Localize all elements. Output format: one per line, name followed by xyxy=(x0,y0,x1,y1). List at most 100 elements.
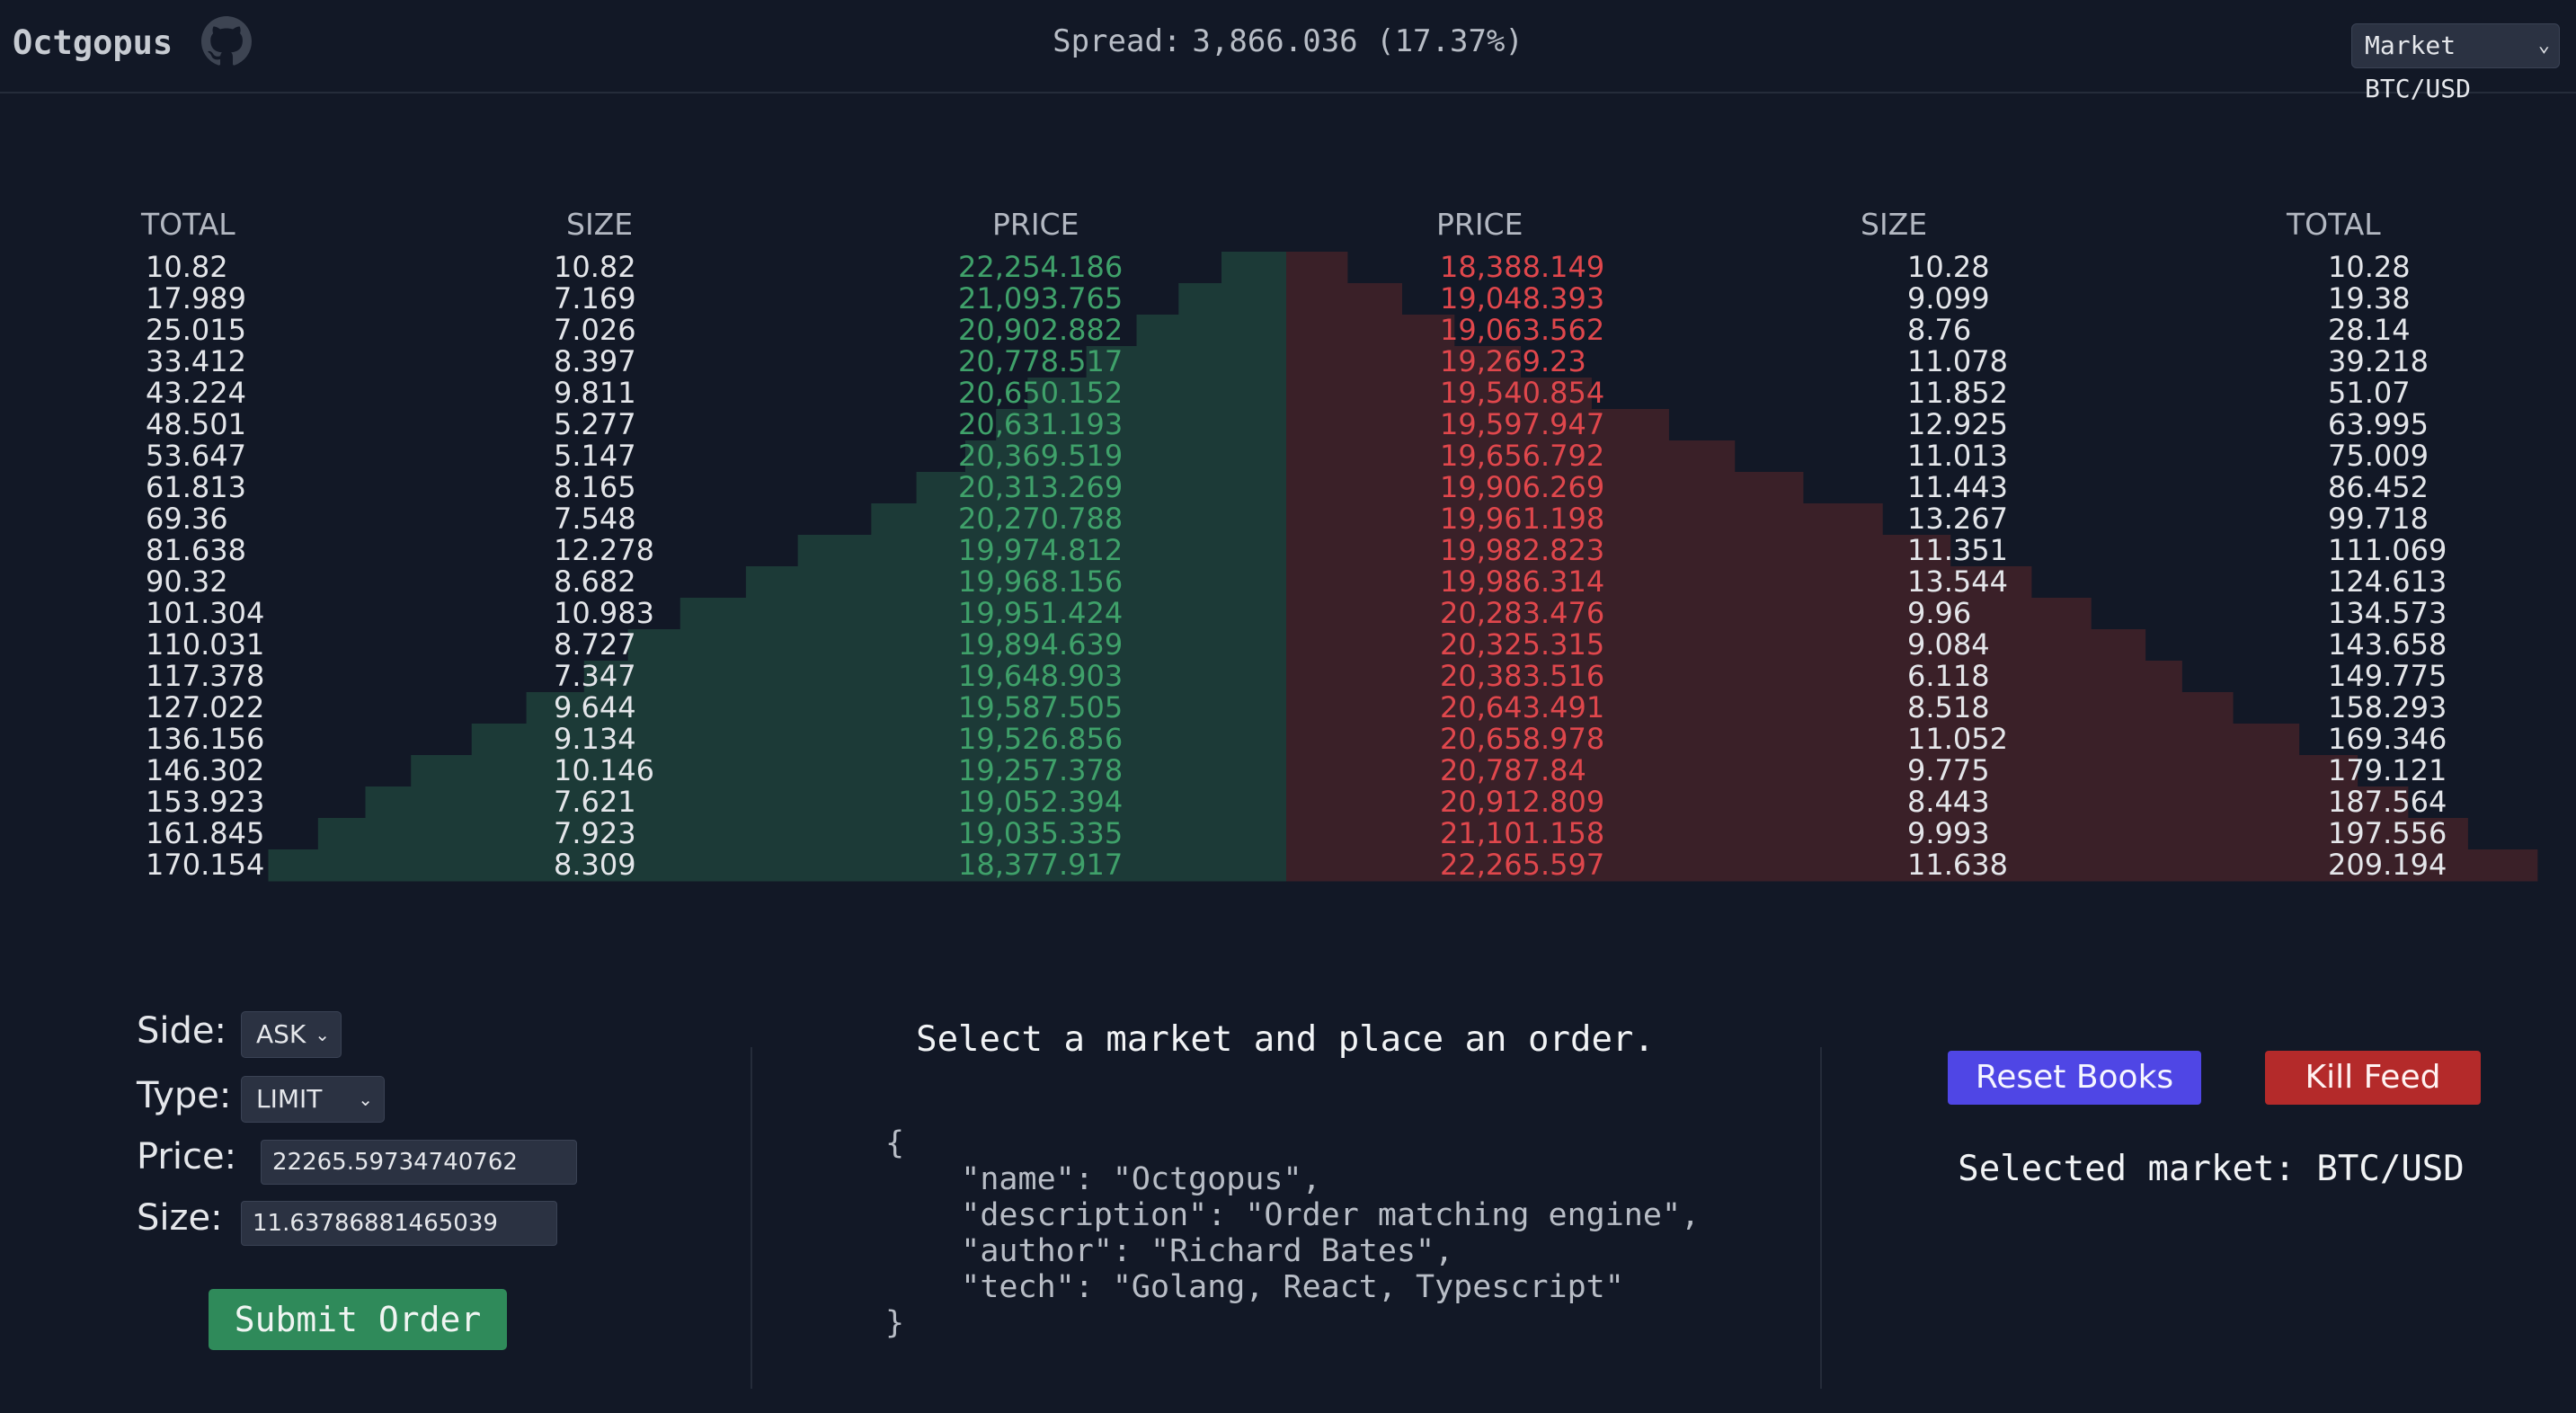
bid-price: 20,650.152 xyxy=(958,376,1124,410)
ask-size: 13.267 xyxy=(1907,502,2008,536)
ask-size: 11.013 xyxy=(1907,439,2008,473)
spread-label: Spread: xyxy=(1053,23,1182,59)
order-book-row: 69.36 7.548 20,270.788 19,961.198 13.267 99.7… xyxy=(0,503,2576,535)
ask-total: 187.564 xyxy=(2328,785,2447,819)
bid-price: 19,951.424 xyxy=(958,596,1124,630)
bid-total: 170.154 xyxy=(146,848,265,882)
ask-price: 19,656.792 xyxy=(1440,439,1605,473)
ask-total: 51.07 xyxy=(2328,376,2411,410)
bids-size-header: SIZE xyxy=(566,207,634,242)
ask-price: 19,961.198 xyxy=(1440,502,1605,536)
type-select-value: LIMIT xyxy=(256,1084,323,1114)
order-book-row: 170.154 8.309 18,377.917 22,265.597 11.638 20… xyxy=(0,849,2576,881)
ask-total: 63.995 xyxy=(2328,407,2429,441)
ask-price: 18,388.149 xyxy=(1440,250,1605,284)
bid-price: 20,270.788 xyxy=(958,502,1124,536)
json-line: "name": "Octgopus", xyxy=(885,1161,1321,1197)
market-select-value: Market BTC/USD xyxy=(2365,31,2472,103)
reset-books-button[interactable]: Reset Books xyxy=(1948,1051,2201,1105)
order-book-row: 153.923 7.621 19,052.394 20,912.809 8.443 187… xyxy=(0,786,2576,818)
bid-total: 81.638 xyxy=(146,533,246,567)
ask-size: 9.96 xyxy=(1907,596,1972,630)
ask-size: 9.775 xyxy=(1907,753,1990,787)
ask-size: 8.76 xyxy=(1907,313,1972,347)
ask-total: 28.14 xyxy=(2328,313,2411,347)
ask-total: 179.121 xyxy=(2328,753,2447,787)
bid-size: 5.277 xyxy=(554,407,636,441)
submit-order-button[interactable]: Submit Order xyxy=(209,1289,507,1350)
ask-price: 19,540.854 xyxy=(1440,376,1605,410)
order-book-row: 127.022 9.644 19,587.505 20,643.491 8.518 158… xyxy=(0,692,2576,724)
left-divider xyxy=(751,1047,752,1389)
bid-total: 146.302 xyxy=(146,753,265,787)
bid-price: 19,035.335 xyxy=(958,816,1124,850)
bid-price: 20,902.882 xyxy=(958,313,1124,347)
bid-size: 10.82 xyxy=(554,250,636,284)
ask-total: 86.452 xyxy=(2328,470,2429,504)
chevron-down-icon: ⌄ xyxy=(315,1024,330,1045)
order-book-row: 33.412 8.397 20,778.517 19,269.23 11.078 39.2… xyxy=(0,346,2576,378)
ask-size: 11.052 xyxy=(1907,722,2008,756)
bid-price: 18,377.917 xyxy=(958,848,1124,882)
ask-size: 11.078 xyxy=(1907,344,2008,378)
bid-price: 19,894.639 xyxy=(958,627,1124,662)
price-input[interactable]: 22265.59734740762 xyxy=(261,1140,577,1185)
bid-total: 101.304 xyxy=(146,596,265,630)
kill-feed-button[interactable]: Kill Feed xyxy=(2265,1051,2481,1105)
bid-total: 136.156 xyxy=(146,722,265,756)
bid-price: 20,778.517 xyxy=(958,344,1124,378)
ask-price: 19,906.269 xyxy=(1440,470,1605,504)
type-select[interactable]: LIMIT ⌄ xyxy=(241,1076,385,1123)
spread-display: Spread: 3,866.036 (17.37%) xyxy=(0,23,2576,59)
json-line: } xyxy=(885,1305,905,1341)
ask-price: 20,912.809 xyxy=(1440,785,1605,819)
bid-size: 8.165 xyxy=(554,470,636,504)
ask-price: 20,325.315 xyxy=(1440,627,1605,662)
order-book-row: 90.32 8.682 19,968.156 19,986.314 13.544 124.… xyxy=(0,566,2576,598)
ask-total: 19.38 xyxy=(2328,281,2411,315)
type-label: Type: xyxy=(137,1075,232,1116)
ask-price: 20,658.978 xyxy=(1440,722,1605,756)
bid-size: 5.147 xyxy=(554,439,636,473)
size-input[interactable]: 11.63786881465039 xyxy=(241,1201,557,1246)
order-book-row: 61.813 8.165 20,313.269 19,906.269 11.443 86.… xyxy=(0,472,2576,503)
ask-price: 19,269.23 xyxy=(1440,344,1586,378)
bid-price: 19,587.505 xyxy=(958,690,1124,724)
top-bar: Octgopus Spread: 3,866.036 (17.37%) Marke… xyxy=(0,0,2576,103)
ask-total: 124.613 xyxy=(2328,564,2447,599)
order-book-row: 101.304 10.983 19,951.424 20,283.476 9.96 134… xyxy=(0,598,2576,629)
chevron-down-icon: ⌄ xyxy=(2537,34,2550,57)
ask-total: 169.346 xyxy=(2328,722,2447,756)
bid-total: 17.989 xyxy=(146,281,246,315)
size-label: Size: xyxy=(137,1197,223,1239)
ask-size: 12.925 xyxy=(1907,407,2008,441)
bid-size: 10.983 xyxy=(554,596,654,630)
order-book-row: 110.031 8.727 19,894.639 20,325.315 9.084 143… xyxy=(0,629,2576,661)
bid-total: 90.32 xyxy=(146,564,228,599)
right-divider xyxy=(1820,1047,1822,1389)
market-select[interactable]: Market BTC/USD ⌄ xyxy=(2351,23,2560,103)
app-info-json: { "name": "Octgopus", "description": "Or… xyxy=(885,1125,1700,1341)
order-book-row: 10.82 10.82 22,254.186 18,388.149 10.28 10.28 xyxy=(0,252,2576,283)
bid-price: 19,648.903 xyxy=(958,659,1124,693)
spread-value: 3,866.036 (17.37%) xyxy=(1192,23,1523,59)
bid-size: 7.347 xyxy=(554,659,636,693)
bid-total: 110.031 xyxy=(146,627,265,662)
bid-price: 19,526.856 xyxy=(958,722,1124,756)
order-book-row: 25.015 7.026 20,902.882 19,063.562 8.76 28.14 xyxy=(0,315,2576,346)
bid-size: 9.644 xyxy=(554,690,636,724)
ask-size: 11.638 xyxy=(1907,848,2008,882)
side-select-value: ASK xyxy=(256,1019,306,1049)
bid-total: 161.845 xyxy=(146,816,265,850)
bids-total-header: TOTAL xyxy=(141,207,235,242)
ask-price: 19,063.562 xyxy=(1440,313,1605,347)
ask-size: 9.993 xyxy=(1907,816,1990,850)
side-select[interactable]: ASK ⌄ xyxy=(241,1011,342,1058)
bid-size: 12.278 xyxy=(554,533,654,567)
ask-price: 20,787.84 xyxy=(1440,753,1586,787)
json-line: "description": "Order matching engine", xyxy=(885,1197,1701,1233)
bid-price: 22,254.186 xyxy=(958,250,1124,284)
ask-price: 22,265.597 xyxy=(1440,848,1605,882)
ask-size: 11.852 xyxy=(1907,376,2008,410)
ask-price: 21,101.158 xyxy=(1440,816,1605,850)
